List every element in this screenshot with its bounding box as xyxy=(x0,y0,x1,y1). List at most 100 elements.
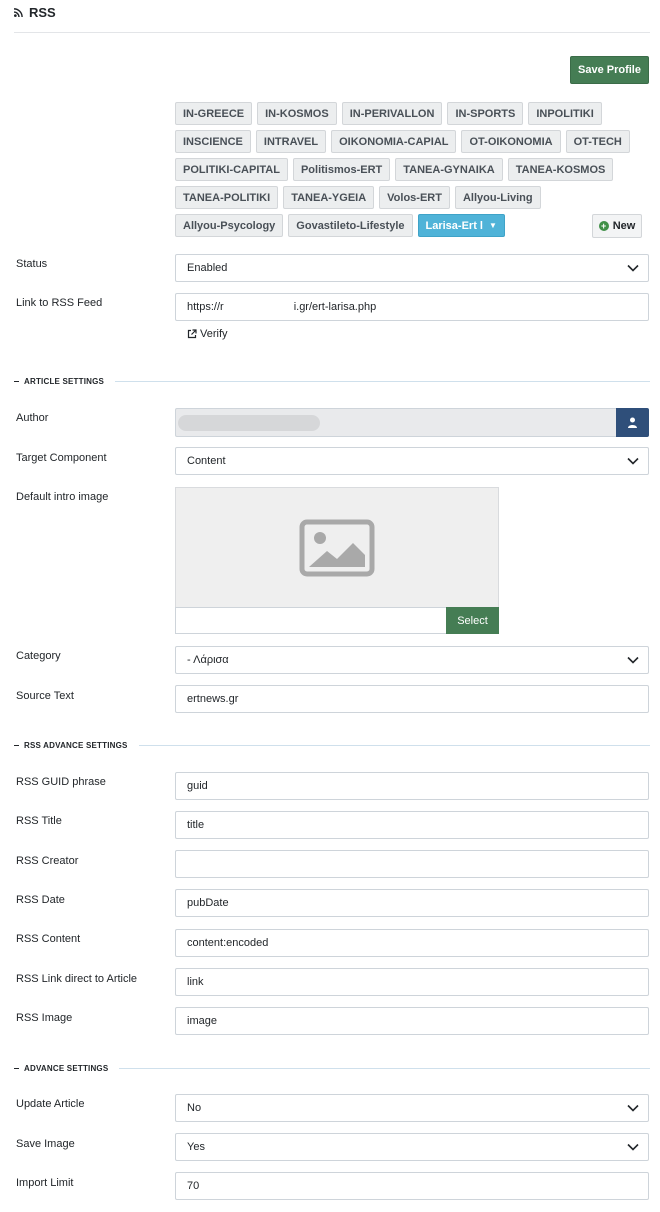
status-value: Enabled xyxy=(187,262,228,274)
user-icon xyxy=(628,417,637,428)
advance-settings-title: ADVANCE SETTINGS xyxy=(24,1063,109,1073)
rss-link-label: Link to RSS Feed xyxy=(16,297,103,309)
profile-tag[interactable]: Volos-ERT xyxy=(379,186,450,209)
rss-image-input[interactable]: image xyxy=(175,1007,649,1035)
rss-date-label: RSS Date xyxy=(16,894,65,906)
author-label: Author xyxy=(16,412,49,424)
rss-link-article-value: link xyxy=(187,976,204,988)
rss-date-value: pubDate xyxy=(187,897,229,909)
article-settings-heading: ARTICLE SETTINGS xyxy=(14,375,650,387)
status-select[interactable]: Enabled xyxy=(175,254,649,282)
verify-label: Verify xyxy=(200,328,228,340)
profile-tag[interactable]: TANEA-KOSMOS xyxy=(507,158,614,181)
rss-content-input[interactable]: content:encoded xyxy=(175,929,649,957)
target-component-label: Target Component xyxy=(16,452,107,464)
import-limit-label: Import Limit xyxy=(16,1177,74,1189)
profile-tag[interactable]: Govastileto-Lifestyle xyxy=(288,214,413,237)
page-title: RSS xyxy=(29,4,56,20)
rss-title-label: RSS Title xyxy=(16,815,62,827)
advance-settings-heading: ADVANCE SETTINGS xyxy=(14,1062,650,1074)
rss-link-value-end: i.gr/ert-larisa.php xyxy=(293,301,377,313)
profile-tag[interactable]: IN-GREECE xyxy=(175,102,253,125)
rss-link-article-input[interactable]: link xyxy=(175,968,649,996)
chevron-down-icon xyxy=(618,448,648,474)
author-redacted xyxy=(178,415,320,431)
source-text-input[interactable]: ertnews.gr xyxy=(175,685,649,713)
target-component-select[interactable]: Content xyxy=(175,447,649,475)
intro-image-input[interactable] xyxy=(175,607,446,634)
select-image-button[interactable]: Select xyxy=(446,607,499,634)
header-divider xyxy=(14,32,650,33)
save-image-label: Save Image xyxy=(16,1138,75,1150)
profile-tag[interactable]: TANEA-GYNAIKA xyxy=(395,158,503,181)
page-header: RSS xyxy=(14,3,56,21)
profile-tag[interactable]: Allyou-Psycology xyxy=(175,214,284,237)
profile-tag[interactable]: POLITIKI-CAPITAL xyxy=(175,158,288,181)
guid-label: RSS GUID phrase xyxy=(16,776,106,788)
target-component-value: Content xyxy=(187,455,226,467)
new-profile-label: New xyxy=(612,220,636,232)
profile-tag[interactable]: TANEA-YGEIA xyxy=(283,186,375,209)
intro-image-preview xyxy=(175,487,499,608)
chevron-down-icon xyxy=(618,1134,648,1160)
caret-down-icon: ▼ xyxy=(488,221,497,230)
category-label: Category xyxy=(16,650,61,662)
rss-icon xyxy=(14,7,23,17)
rss-link-article-label: RSS Link direct to Article xyxy=(16,973,138,985)
profile-tag[interactable]: IN-PERIVALLON xyxy=(341,102,443,125)
profile-tag[interactable]: Allyou-Living xyxy=(454,186,541,209)
active-profile-label: Larisa-Ert l xyxy=(425,219,483,232)
rss-content-value: content:encoded xyxy=(187,937,269,949)
rss-creator-label: RSS Creator xyxy=(16,855,79,867)
new-profile-button[interactable]: + New xyxy=(592,214,642,238)
chevron-down-icon xyxy=(618,255,648,281)
external-link-icon xyxy=(187,329,197,339)
rss-content-label: RSS Content xyxy=(16,933,81,945)
profile-tag[interactable]: OT-OIKONOMIA xyxy=(461,130,561,153)
rss-link-input[interactable]: https://r i.gr/ert-larisa.php xyxy=(175,293,649,321)
source-text-value: ertnews.gr xyxy=(187,693,239,705)
profile-tag[interactable]: IN-KOSMOS xyxy=(257,102,337,125)
rss-advance-title: RSS ADVANCE SETTINGS xyxy=(24,740,128,750)
status-label: Status xyxy=(16,258,48,270)
update-article-label: Update Article xyxy=(16,1098,85,1110)
image-placeholder-icon xyxy=(299,519,375,577)
profile-tag[interactable]: INTRAVEL xyxy=(255,130,327,153)
profile-tags: IN-GREECE IN-KOSMOS IN-PERIVALLON IN-SPO… xyxy=(175,102,651,237)
import-limit-value: 70 xyxy=(187,1180,200,1192)
rss-title-value: title xyxy=(187,819,205,831)
guid-value: guid xyxy=(187,780,208,792)
active-profile-tag[interactable]: Larisa-Ert l ▼ xyxy=(417,214,505,237)
profile-tag[interactable]: INSCIENCE xyxy=(175,130,251,153)
profile-tag[interactable]: Politismos-ERT xyxy=(292,158,391,181)
rss-date-input[interactable]: pubDate xyxy=(175,889,649,917)
update-article-value: No xyxy=(187,1102,202,1114)
update-article-select[interactable]: No xyxy=(175,1094,649,1122)
rss-image-value: image xyxy=(187,1015,217,1027)
save-image-select[interactable]: Yes xyxy=(175,1133,649,1161)
rss-link-value-start: https://r xyxy=(187,301,224,313)
profile-tag[interactable]: OIKONOMIA-CAPIAL xyxy=(331,130,457,153)
category-value: - Λάρισα xyxy=(187,654,229,666)
rss-creator-input[interactable] xyxy=(175,850,649,878)
source-text-label: Source Text xyxy=(16,690,74,702)
author-field[interactable] xyxy=(175,408,616,437)
save-image-value: Yes xyxy=(187,1141,205,1153)
select-author-button[interactable] xyxy=(616,408,649,437)
import-limit-input[interactable]: 70 xyxy=(175,1172,649,1200)
profile-tag[interactable]: TANEA-POLITIKI xyxy=(175,186,279,209)
rss-title-input[interactable]: title xyxy=(175,811,649,839)
profile-tag[interactable]: OT-TECH xyxy=(565,130,630,153)
chevron-down-icon xyxy=(618,647,648,673)
save-profile-button[interactable]: Save Profile xyxy=(570,56,649,84)
profile-tag[interactable]: IN-SPORTS xyxy=(447,102,524,125)
article-settings-title: ARTICLE SETTINGS xyxy=(24,376,105,386)
intro-image-label: Default intro image xyxy=(16,491,109,503)
profile-tag[interactable]: INPOLITIKI xyxy=(528,102,602,125)
guid-input[interactable]: guid xyxy=(175,772,649,800)
category-select[interactable]: - Λάρισα xyxy=(175,646,649,674)
chevron-down-icon xyxy=(618,1095,648,1121)
plus-circle-icon: + xyxy=(598,221,609,231)
rss-image-label: RSS Image xyxy=(16,1012,73,1024)
verify-link[interactable]: Verify xyxy=(187,328,228,340)
